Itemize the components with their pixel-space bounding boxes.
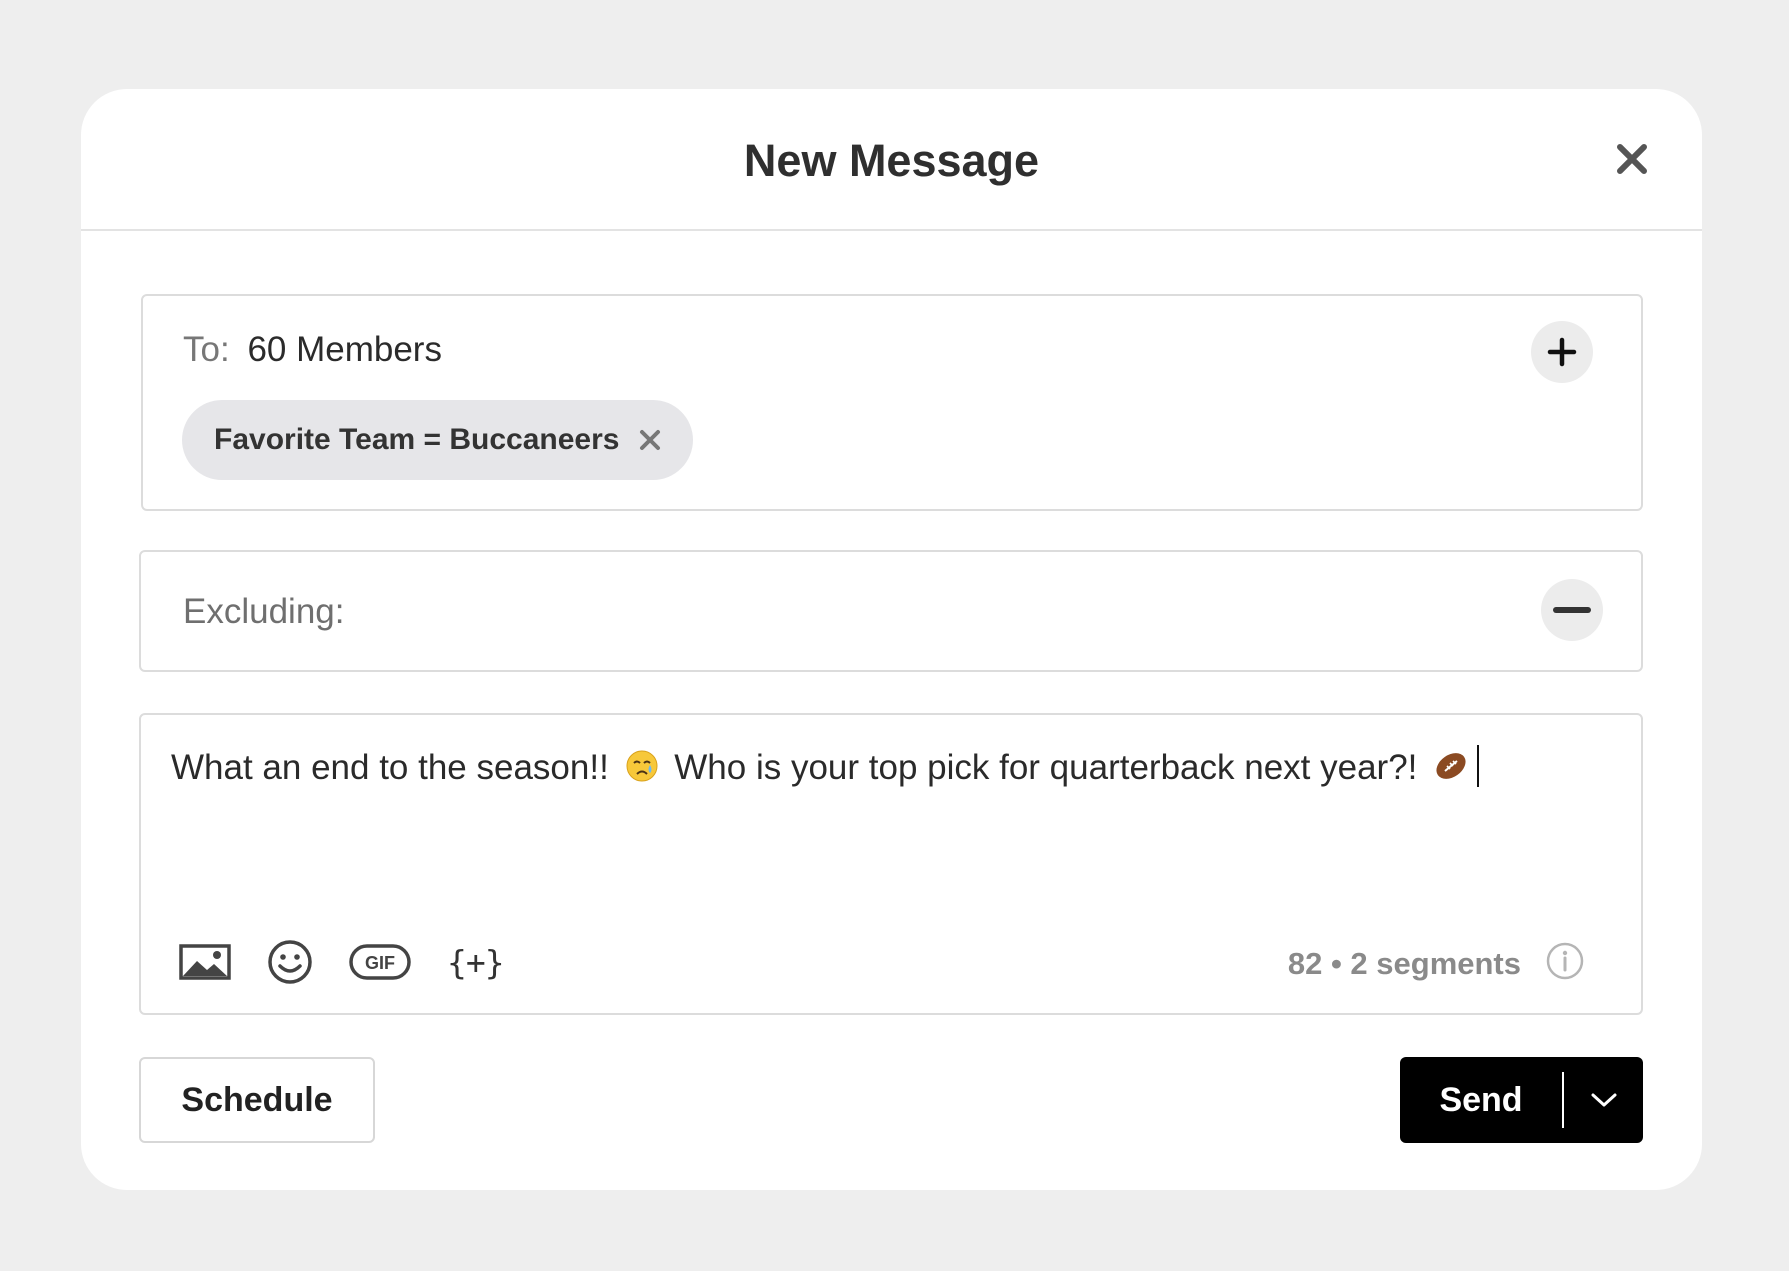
chevron-down-icon — [1591, 1093, 1616, 1107]
plus-icon — [1547, 337, 1577, 367]
message-text-part2: Who is your top pick for quarterback nex… — [674, 748, 1418, 787]
insert-gif-button[interactable]: GIF — [349, 944, 411, 980]
send-button[interactable]: Send — [1400, 1057, 1562, 1143]
schedule-button[interactable]: Schedule — [139, 1057, 375, 1143]
filter-chip[interactable]: Favorite Team = Buccaneers — [182, 400, 694, 480]
emoji-icon — [268, 940, 312, 984]
message-textarea[interactable]: What an end to the season!! Who is your … — [171, 745, 1480, 788]
remove-exclusion-button[interactable] — [1541, 579, 1603, 641]
send-button-group: Send — [1400, 1057, 1643, 1143]
recipient-count: 60 Members — [247, 330, 442, 369]
send-options-dropdown[interactable] — [1564, 1057, 1643, 1143]
text-caret — [1477, 745, 1480, 787]
excluding-field[interactable]: Excluding: — [139, 550, 1643, 672]
to-line: To: 60 Members — [183, 330, 442, 370]
close-icon — [1617, 144, 1647, 174]
remove-filter-icon[interactable] — [639, 429, 661, 451]
minus-icon — [1553, 607, 1591, 613]
close-button[interactable] — [1612, 139, 1652, 179]
add-recipient-button[interactable] — [1531, 321, 1593, 383]
gif-label: GIF — [365, 953, 395, 973]
image-icon — [179, 944, 231, 980]
dialog-title: New Message — [743, 135, 1040, 186]
excluding-label: Excluding: — [183, 592, 345, 631]
message-text-part1: What an end to the season!! — [171, 748, 609, 787]
dialog-header: New Message — [81, 89, 1702, 231]
insert-variable-button[interactable]: {+} — [447, 942, 505, 982]
recipients-field[interactable]: To: 60 Members Favorite Team = Buccaneer… — [141, 294, 1643, 511]
segments-info-button[interactable] — [1545, 941, 1585, 986]
gif-icon: GIF — [349, 944, 411, 980]
new-message-dialog: New Message To: 60 Members Favorite Team… — [81, 89, 1702, 1190]
character-counter: 82 • 2 segments — [1287, 946, 1521, 981]
filter-chip-label: Favorite Team = Buccaneers — [214, 423, 620, 456]
to-label: To: — [183, 330, 230, 369]
message-editor[interactable]: What an end to the season!! Who is your … — [139, 713, 1643, 1015]
variable-icon: {+} — [447, 942, 505, 982]
info-icon — [1546, 942, 1584, 980]
insert-image-button[interactable] — [179, 944, 231, 980]
insert-emoji-button[interactable] — [267, 939, 313, 985]
message-toolbar: GIF {+} — [179, 939, 505, 985]
crying-face-emoji — [626, 750, 658, 782]
football-emoji — [1436, 753, 1466, 779]
